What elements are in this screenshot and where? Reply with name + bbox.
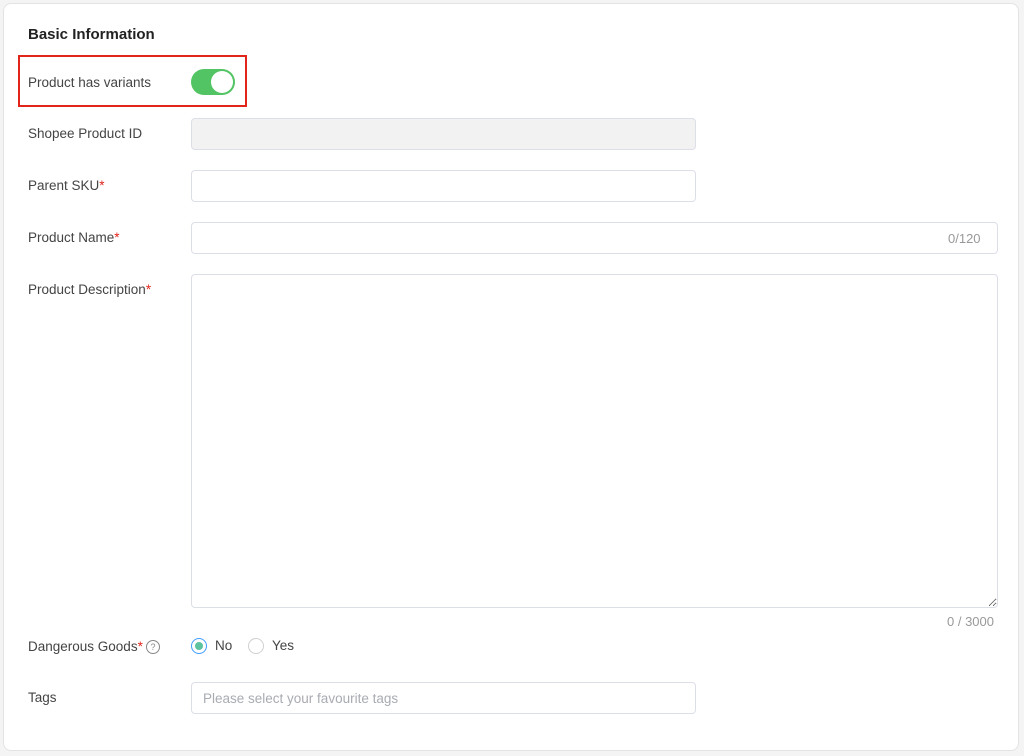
shopee-product-id-label: Shopee Product ID bbox=[28, 126, 143, 141]
dangerous-goods-yes-label[interactable]: Yes bbox=[272, 638, 294, 653]
section-title: Basic Information bbox=[28, 26, 155, 43]
product-name-input[interactable] bbox=[191, 222, 998, 254]
has-variants-label: Product has variants bbox=[28, 75, 152, 90]
shopee-product-id-input bbox=[191, 118, 696, 150]
required-mark: * bbox=[137, 639, 143, 654]
required-mark: * bbox=[114, 230, 120, 245]
dangerous-goods-label: Dangerous Goods* bbox=[28, 639, 143, 654]
dangerous-goods-no-label[interactable]: No bbox=[215, 638, 232, 653]
help-icon[interactable]: ? bbox=[146, 640, 160, 654]
dangerous-goods-yes-radio[interactable] bbox=[248, 638, 264, 654]
tags-select-input[interactable] bbox=[191, 682, 696, 714]
dangerous-goods-no-radio[interactable] bbox=[191, 638, 207, 654]
product-description-counter: 0 / 3000 bbox=[947, 614, 994, 629]
required-mark: * bbox=[99, 178, 105, 193]
basic-information-card: Basic Information Product has variants S… bbox=[3, 3, 1019, 751]
tags-label: Tags bbox=[28, 690, 57, 705]
required-mark: * bbox=[145, 282, 152, 297]
product-description-textarea[interactable] bbox=[191, 274, 998, 608]
parent-sku-label: Parent SKU* bbox=[28, 178, 105, 193]
has-variants-toggle[interactable] bbox=[191, 69, 235, 95]
product-name-counter: 0/120 bbox=[948, 231, 981, 246]
toggle-knob bbox=[211, 71, 233, 93]
product-description-label: Product Description* bbox=[28, 282, 152, 297]
parent-sku-input[interactable] bbox=[191, 170, 696, 202]
product-name-label: Product Name* bbox=[28, 230, 120, 245]
